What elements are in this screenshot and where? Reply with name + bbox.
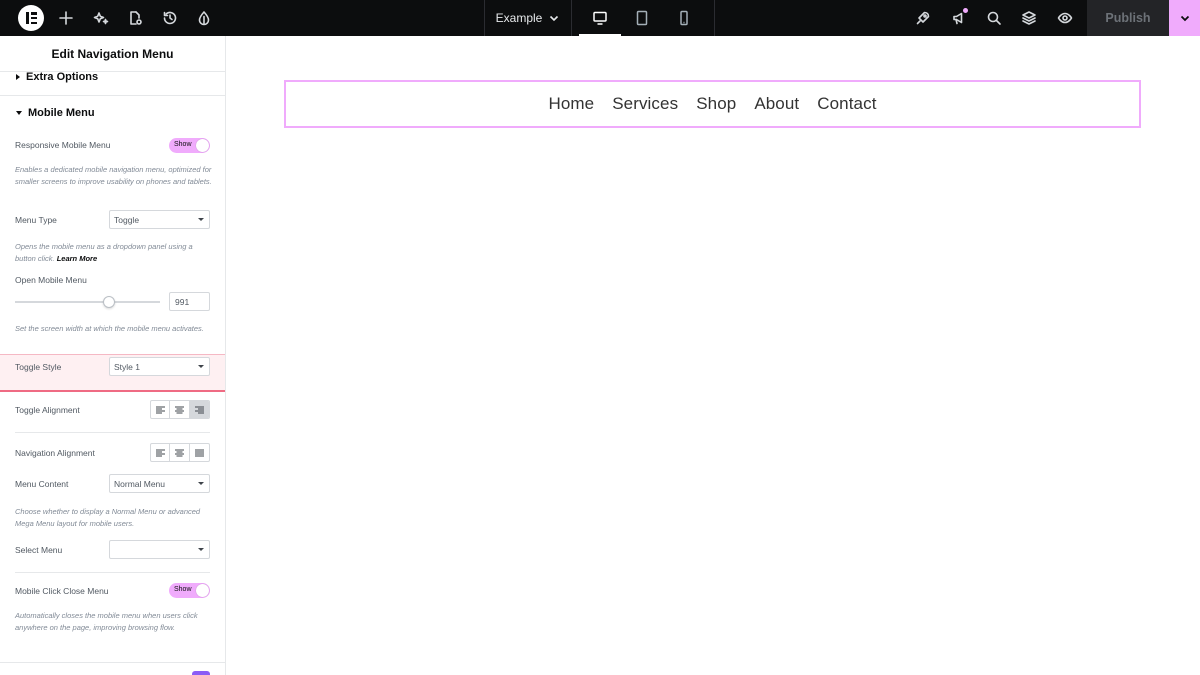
divider xyxy=(0,662,225,663)
mobile-device-button[interactable] xyxy=(663,0,705,36)
chevron-down-icon xyxy=(1180,15,1189,22)
caret-down-icon xyxy=(16,111,22,115)
responsive-mobile-menu-label: Responsive Mobile Menu xyxy=(15,140,111,150)
align-left-icon xyxy=(155,449,165,456)
description-text: Opens the mobile menu as a dropdown pane… xyxy=(15,242,193,263)
rocket-icon[interactable] xyxy=(905,0,941,36)
slider-handle[interactable] xyxy=(103,296,116,308)
publish-options-button[interactable] xyxy=(1169,0,1200,36)
dropdown-arrow-icon xyxy=(198,365,204,368)
mobile-click-close-toggle[interactable]: Show xyxy=(169,583,210,598)
page-settings-icon[interactable] xyxy=(117,0,153,36)
menu-content-select[interactable]: Normal Menu xyxy=(109,474,210,493)
section-mobile-menu[interactable]: Mobile Menu xyxy=(0,101,225,125)
menu-type-description: Opens the mobile menu as a dropdown pane… xyxy=(15,241,215,264)
navigation-alignment-group xyxy=(150,443,210,462)
desktop-icon xyxy=(593,11,607,25)
toggle-style-label: Toggle Style xyxy=(15,362,62,372)
align-center-button[interactable] xyxy=(170,444,190,461)
toggle-text: Show xyxy=(174,586,192,593)
align-left-button[interactable] xyxy=(151,401,171,418)
mobile-click-close-description: Automatically closes the mobile menu whe… xyxy=(15,611,198,632)
open-mobile-menu-description: Set the screen width at which the mobile… xyxy=(15,324,204,333)
align-center-icon xyxy=(175,406,185,413)
chevron-down-icon xyxy=(550,15,559,22)
responsive-mobile-menu-description: Enables a dedicated mobile navigation me… xyxy=(15,165,212,186)
align-justify-icon xyxy=(194,449,204,456)
publish-button[interactable]: Publish xyxy=(1087,0,1169,36)
dropdown-arrow-icon xyxy=(198,218,204,221)
align-justify-button[interactable] xyxy=(190,444,209,461)
site-settings-icon[interactable] xyxy=(186,0,222,36)
nav-link-about[interactable]: About xyxy=(754,94,799,114)
select-value: Normal Menu xyxy=(114,478,166,489)
mobile-click-close-label: Mobile Click Close Menu xyxy=(15,586,109,596)
toggle-knob xyxy=(196,139,209,152)
section-label: Extra Options xyxy=(26,71,99,83)
elementor-logo-icon[interactable] xyxy=(18,5,44,31)
toggle-alignment-label: Toggle Alignment xyxy=(15,405,80,415)
align-center-icon xyxy=(175,449,185,456)
learn-more-link[interactable]: Learn More xyxy=(57,254,97,263)
document-title: Example xyxy=(495,11,543,25)
align-center-button[interactable] xyxy=(170,401,190,418)
section-extra-options[interactable]: Extra Options xyxy=(0,65,225,89)
tablet-device-button[interactable] xyxy=(621,0,663,36)
menu-type-label: Menu Type xyxy=(15,215,57,225)
align-left-icon xyxy=(155,406,165,413)
nav-link-shop[interactable]: Shop xyxy=(696,94,736,114)
select-menu-select[interactable] xyxy=(109,540,210,559)
search-icon[interactable] xyxy=(976,0,1012,36)
responsive-mobile-menu-toggle[interactable]: Show xyxy=(169,138,210,153)
dropdown-arrow-icon xyxy=(198,548,204,551)
select-value: Toggle xyxy=(114,214,140,225)
caret-right-icon xyxy=(16,74,20,80)
select-value: Style 1 xyxy=(114,361,140,372)
divider xyxy=(0,95,225,96)
align-right-icon xyxy=(194,406,204,413)
menu-content-label: Menu Content xyxy=(15,479,69,489)
divider xyxy=(714,0,715,36)
desktop-device-button[interactable] xyxy=(579,0,621,36)
editor-panel: Edit Navigation Menu Extra Options Mobil… xyxy=(0,36,226,675)
align-right-button[interactable] xyxy=(189,401,209,418)
dropdown-arrow-icon xyxy=(198,482,204,485)
top-bar: Example Publish xyxy=(0,0,1200,36)
navigation-alignment-label: Navigation Alignment xyxy=(15,448,95,458)
nav-link-services[interactable]: Services xyxy=(612,94,678,114)
divider xyxy=(15,572,210,573)
toggle-alignment-group xyxy=(150,400,210,419)
preview-canvas: Home Services Shop About Contact xyxy=(227,36,1200,675)
toggle-style-select[interactable]: Style 1 xyxy=(109,357,210,376)
tablet-icon xyxy=(636,10,648,26)
notifications-icon[interactable] xyxy=(941,0,977,36)
divider xyxy=(15,432,210,433)
history-icon[interactable] xyxy=(152,0,188,36)
select-menu-label: Select Menu xyxy=(15,545,63,555)
notification-dot xyxy=(963,8,968,13)
breakpoint-number-input[interactable]: 991 xyxy=(169,292,210,311)
toggle-text: Show xyxy=(174,141,192,148)
mobile-icon xyxy=(680,10,688,26)
open-mobile-menu-label: Open Mobile Menu xyxy=(15,275,87,285)
navigation-menu-widget[interactable]: Home Services Shop About Contact xyxy=(284,80,1141,128)
structure-layers-icon[interactable] xyxy=(1011,0,1047,36)
ai-sparkle-icon[interactable] xyxy=(83,0,119,36)
divider xyxy=(571,0,572,36)
add-element-icon[interactable] xyxy=(48,0,84,36)
document-title-dropdown[interactable]: Example xyxy=(485,0,571,36)
toggle-knob xyxy=(196,584,209,597)
pro-badge xyxy=(192,671,210,675)
section-label: Mobile Menu xyxy=(28,107,95,119)
menu-content-description: Choose whether to display a Normal Menu … xyxy=(15,507,201,528)
menu-type-select[interactable]: Toggle xyxy=(109,210,210,229)
nav-link-home[interactable]: Home xyxy=(548,94,594,114)
breakpoint-slider[interactable] xyxy=(15,301,160,303)
preview-eye-icon[interactable] xyxy=(1047,0,1083,36)
align-left-button[interactable] xyxy=(151,444,171,461)
nav-link-contact[interactable]: Contact xyxy=(817,94,876,114)
